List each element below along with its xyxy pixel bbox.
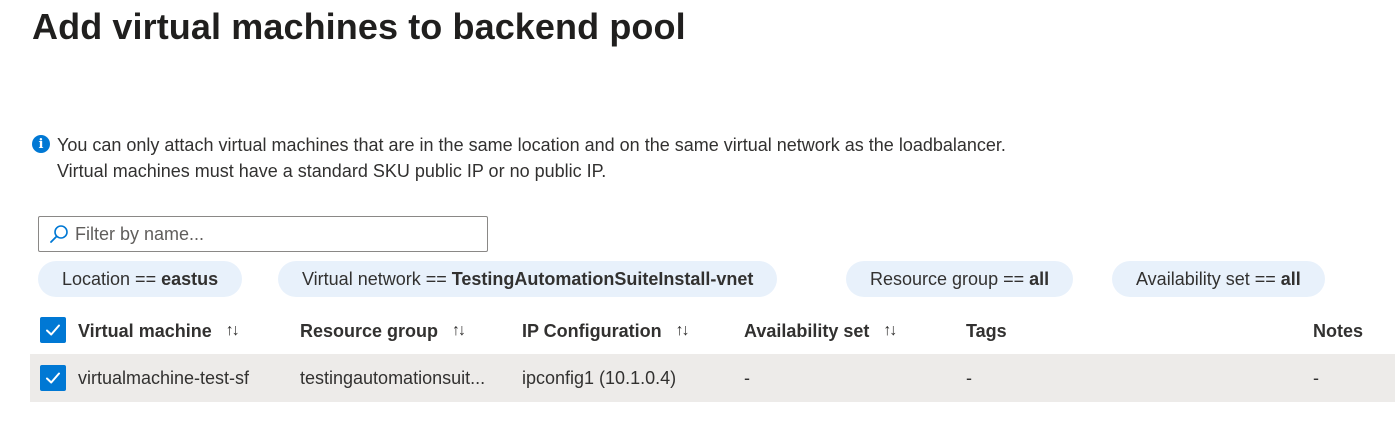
column-header-notes: Notes [1313, 320, 1364, 341]
sort-icon[interactable]: ↑↓ [226, 322, 240, 340]
cell-availability-set: - [744, 367, 750, 388]
column-header-availability-set[interactable]: Availability set ↑↓ [744, 308, 897, 354]
vm-table: Virtual machine ↑↓ Resource group ↑↓ IP Co… [30, 308, 1395, 402]
info-line-1: You can only attach virtual machines tha… [57, 135, 1006, 155]
filter-box[interactable] [38, 216, 488, 252]
sort-icon[interactable]: ↑↓ [676, 322, 690, 340]
pill-availability-set[interactable]: Availability set == all [1112, 261, 1325, 297]
cell-virtual-machine: virtualmachine-test-sf [78, 367, 250, 388]
table-row[interactable]: virtualmachine-test-sf testingautomation… [30, 354, 1395, 402]
column-header-resource-group[interactable]: Resource group ↑↓ [300, 308, 466, 354]
select-all-checkbox[interactable] [40, 317, 66, 343]
sort-icon[interactable]: ↑↓ [883, 322, 897, 340]
column-header-ip-configuration[interactable]: IP Configuration ↑↓ [522, 308, 690, 354]
cell-resource-group: testingautomationsuit... [300, 367, 486, 388]
pill-resource-group[interactable]: Resource group == all [846, 261, 1074, 297]
filter-input[interactable] [75, 223, 475, 245]
info-icon: i [32, 135, 50, 153]
checkmark-icon [46, 372, 60, 384]
sort-icon[interactable]: ↑↓ [452, 322, 466, 340]
cell-notes: - [1313, 367, 1319, 388]
info-message: i You can only attach virtual machines t… [32, 132, 1006, 184]
table-header: Virtual machine ↑↓ Resource group ↑↓ IP Co… [30, 308, 1395, 354]
search-icon [50, 225, 68, 243]
pill-location[interactable]: Location == eastus [38, 261, 243, 297]
page-title: Add virtual machines to backend pool [32, 6, 686, 47]
checkmark-icon [46, 324, 60, 336]
cell-ip-configuration: ipconfig1 (10.1.0.4) [522, 367, 677, 388]
column-header-virtual-machine[interactable]: Virtual machine ↑↓ [78, 308, 240, 354]
info-line-2: Virtual machines must have a standard SK… [57, 161, 607, 181]
row-checkbox[interactable] [40, 365, 66, 391]
cell-tags: - [966, 367, 972, 388]
column-header-tags: Tags [966, 320, 1007, 341]
pill-virtual-network[interactable]: Virtual network == TestingAutomationSuit… [278, 261, 778, 297]
